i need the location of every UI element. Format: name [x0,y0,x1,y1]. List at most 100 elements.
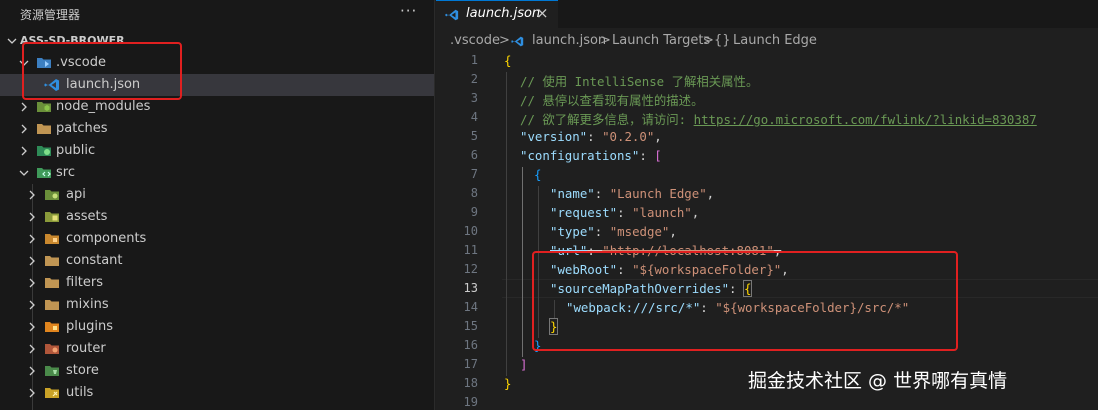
tree-item-mixins[interactable]: mixins [0,294,434,316]
chevron-right-icon: > [703,33,714,48]
tree-item-node-modules[interactable]: node_modules [0,96,434,118]
comment-token: // 欲了解更多信息，请访问: [520,112,694,127]
chevron-right-icon [29,212,35,222]
tree-item-router[interactable]: router [0,338,434,360]
tree-item-label: router [66,341,106,356]
editor-area: launch.json × .vscode > launch.json > La… [436,0,1098,410]
project-root[interactable]: ASS-SD-BROWER [0,30,434,52]
tree-item-label: src [56,165,75,180]
vscode-file-icon [44,79,59,91]
string-token: "0.2.0" [602,129,655,144]
line-number: 3 [470,91,478,105]
key-token: "webpack:///src/*" [566,300,701,315]
tree-item-components[interactable]: components [0,228,434,250]
chevron-right-icon [29,322,35,332]
punctuation: : [729,281,744,296]
chevron-right-icon [21,124,27,134]
key-token: "type" [550,224,595,239]
tree-item-plugins[interactable]: plugins [0,316,434,338]
code-line: // 欲了解更多信息，请访问: https://go.microsoft.com… [520,110,1037,128]
indent-guide [538,186,539,338]
tree-item-label: launch.json [66,77,141,92]
router-folder-icon [45,344,59,354]
folder-icon [45,256,59,266]
breadcrumb-file[interactable]: launch.json [532,33,606,48]
chevron-right-icon [21,102,27,112]
chevron-down-icon [19,170,29,176]
vscode-file-icon [445,9,459,21]
tab-label: launch.json [466,6,541,21]
indent-guide [522,167,523,357]
chevron-right-icon [29,344,35,354]
tree-item-label: patches [56,121,108,136]
vscode-file-icon [511,36,524,47]
comment-token: // 悬停以查看现有属性的描述。 [520,93,704,108]
comment-link[interactable]: https://go.microsoft.com/fwlink/?linkid=… [694,112,1037,127]
chevron-right-icon [29,234,35,244]
tree-item-label: constant [66,253,123,268]
more-actions-icon[interactable]: ··· [400,2,417,20]
tree-item-store[interactable]: store [0,360,434,382]
breadcrumb-item[interactable]: Launch Edge [733,33,817,48]
line-number: 5 [470,129,478,143]
tree-item-src[interactable]: src [0,162,434,184]
punctuation: , [669,224,677,239]
tree-item-assets[interactable]: assets [0,206,434,228]
bracket-token: ] [520,357,528,372]
folder-icon [37,124,51,134]
code-editor[interactable]: { // 使用 IntelliSense 了解相关属性。 // 悬停以查看现有属… [502,52,1098,410]
tree-item-constant[interactable]: constant [0,250,434,272]
close-icon[interactable]: × [536,4,549,22]
tree-item-label: plugins [66,319,113,334]
chevron-down-icon [7,38,17,44]
code-line: "webRoot": "${workspaceFolder}", [550,262,789,280]
line-number: 12 [463,262,478,276]
explorer-sidebar: 资源管理器 ··· ASS-SD-BROWER .vscode launch.j… [0,0,435,410]
code-line: "name": "Launch Edge", [550,186,714,204]
breadcrumb-folder[interactable]: .vscode [450,33,500,48]
line-number: 1 [470,53,478,67]
tree-item-patches[interactable]: patches [0,118,434,140]
code-line: "request": "launch", [550,205,699,223]
punctuation: , [654,129,662,144]
src-folder-icon [37,168,51,178]
code-line: "configurations": [ [520,148,662,166]
tree-item-utils[interactable]: utils [0,382,434,404]
punctuation: : [587,129,603,144]
punctuation: : [594,224,610,239]
store-folder-icon [45,366,59,376]
chevron-right-icon [29,388,35,398]
tree-item-public[interactable]: public [0,140,434,162]
bracket-token: [ [654,148,662,163]
chevron-right-icon: > [499,33,510,48]
tab-launch-json[interactable]: launch.json × [436,0,558,28]
code-line: "type": "msedge", [550,224,677,242]
tree-item-api[interactable]: api [0,184,434,206]
tree-item-launch-json[interactable]: launch.json [0,74,434,96]
tree-item-label: components [66,231,147,246]
punctuation: , [706,186,715,201]
line-number-current: 13 [463,281,478,295]
key-token: "sourceMapPathOverrides" [550,281,730,296]
line-number: 9 [470,205,478,219]
tree-item-filters[interactable]: filters [0,272,434,294]
line-number: 2 [470,72,478,86]
key-token: "version" [520,129,588,144]
chevron-right-icon [29,300,35,310]
tab-bar: launch.json × [436,0,1098,28]
string-token: "Launch Edge" [609,186,707,201]
tree-item-label: filters [66,275,104,290]
brace-token: { [742,280,753,297]
punctuation: : [587,243,603,258]
tree-item-label: node_modules [56,99,151,114]
punctuation: : [639,148,655,163]
string-token: "${workspaceFolder}" [632,262,782,277]
line-number: 19 [463,395,478,409]
tree-item-label: .vscode [56,55,106,70]
tree-item-vscode-folder[interactable]: .vscode [0,52,434,74]
vscode-folder-icon [37,58,51,68]
breadcrumb-section[interactable]: Launch Targets [612,33,710,48]
code-line: } [548,318,559,337]
code-line: } [534,338,541,356]
code-line: "webpack:///src/*": "${workspaceFolder}/… [566,300,909,318]
